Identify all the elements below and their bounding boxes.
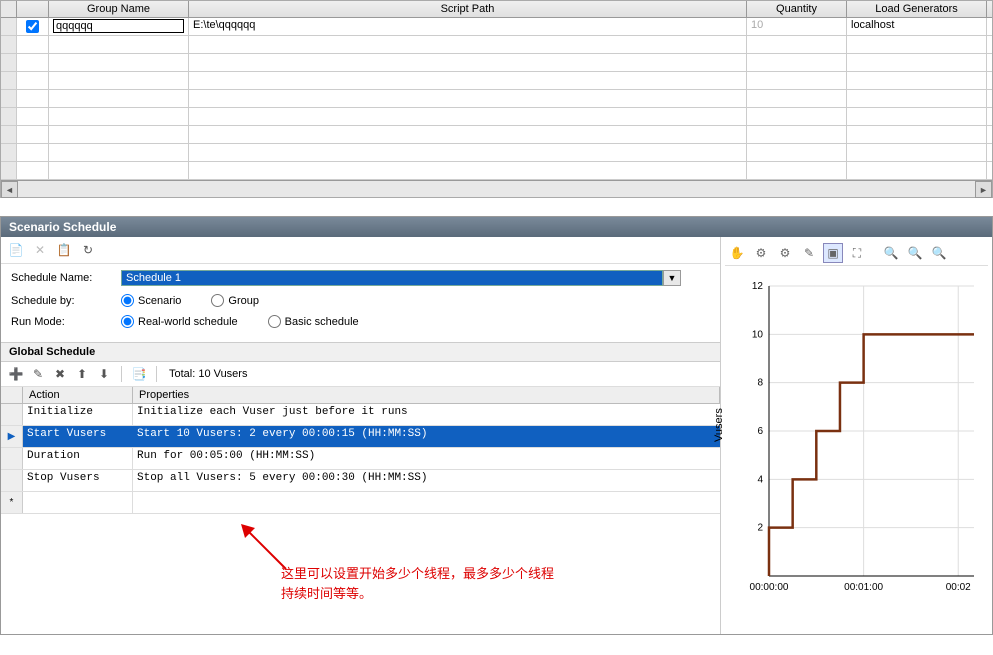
realworld-radio[interactable]: Real-world schedule xyxy=(121,315,238,328)
table-row[interactable] xyxy=(1,162,992,180)
svg-text:8: 8 xyxy=(757,378,763,389)
svg-text:00:01:00: 00:01:00 xyxy=(844,582,883,593)
svg-text:00:02: 00:02 xyxy=(946,582,971,593)
scripts-grid: Group Name Script Path Quantity Load Gen… xyxy=(0,0,993,198)
pencil-icon[interactable]: ✎ xyxy=(799,243,819,263)
row-header xyxy=(1,18,17,35)
fit-icon[interactable]: ⛶ xyxy=(847,243,867,263)
svg-text:6: 6 xyxy=(757,426,763,437)
col-load-generators[interactable]: Load Generators xyxy=(847,1,987,17)
script-path-cell[interactable]: E:\te\qqqqqq xyxy=(189,18,747,35)
table-row[interactable] xyxy=(1,126,992,144)
svg-text:12: 12 xyxy=(752,281,764,292)
annotation: 这里可以设置开始多少个线程，最多多少个线程 持续时间等等。 xyxy=(1,514,720,634)
new-schedule-icon[interactable]: 📄 xyxy=(7,241,25,259)
scenario-radio[interactable]: Scenario xyxy=(121,294,181,307)
total-vusers: Total: 10 Vusers xyxy=(169,368,247,380)
scenario-schedule-panel: Scenario Schedule 📄 ✕ 📋 ↻ Schedule Name:… xyxy=(0,216,993,635)
table-row[interactable] xyxy=(1,90,992,108)
load-gen-cell[interactable]: localhost xyxy=(847,18,987,35)
schedule-by-label: Schedule by: xyxy=(11,295,121,307)
group-radio[interactable]: Group xyxy=(211,294,259,307)
properties-cell: Start 10 Vusers: 2 every 00:00:15 (HH:MM… xyxy=(133,426,720,447)
grid-header: Group Name Script Path Quantity Load Gen… xyxy=(1,1,992,18)
group-name-cell[interactable] xyxy=(49,18,189,35)
tool-icon[interactable]: ⚙ xyxy=(775,243,795,263)
svg-text:10: 10 xyxy=(752,329,764,340)
row-marker-icon xyxy=(1,404,23,425)
move-down-icon[interactable]: ⬇ xyxy=(95,365,113,383)
run-mode-label: Run Mode: xyxy=(11,316,121,328)
row-header-corner xyxy=(1,1,17,17)
table-row[interactable] xyxy=(1,72,992,90)
properties-cell: Stop all Vusers: 5 every 00:00:30 (HH:MM… xyxy=(133,470,720,491)
delete-action-icon[interactable]: ✖ xyxy=(51,365,69,383)
svg-text:00:00:00: 00:00:00 xyxy=(750,582,789,593)
zoom-reset-icon[interactable]: 🔍 xyxy=(929,243,949,263)
row-checkbox[interactable] xyxy=(26,20,39,33)
zoom-out-icon[interactable]: 🔍 xyxy=(905,243,925,263)
hand-tool-icon[interactable]: ✋ xyxy=(727,243,747,263)
action-row[interactable]: InitializeInitialize each Vuser just bef… xyxy=(1,404,720,426)
svg-text:4: 4 xyxy=(757,474,763,485)
properties-cell: Run for 00:05:00 (HH:MM:SS) xyxy=(133,448,720,469)
delete-schedule-icon[interactable]: ✕ xyxy=(31,241,49,259)
action-cell: Initialize xyxy=(23,404,133,425)
table-row[interactable]: E:\te\qqqqqq 10 localhost xyxy=(1,18,992,36)
scroll-left-icon[interactable]: ◄ xyxy=(1,181,18,198)
global-schedule-toolbar: ➕ ✎ ✖ ⬆ ⬇ 📑 Total: 10 Vusers xyxy=(1,362,720,387)
annotation-text: 这里可以设置开始多少个线程，最多多少个线程 持续时间等等。 xyxy=(281,564,554,603)
properties-cell: Initialize each Vuser just before it run… xyxy=(133,404,720,425)
chevron-down-icon[interactable]: ▼ xyxy=(663,270,681,286)
col-quantity[interactable]: Quantity xyxy=(747,1,847,17)
scroll-right-icon[interactable]: ► xyxy=(975,181,992,198)
select-tool-icon[interactable]: ▣ xyxy=(823,243,843,263)
copy-icon[interactable]: 📑 xyxy=(130,365,148,383)
schedule-name-input[interactable] xyxy=(121,270,663,286)
action-row[interactable]: Stop VusersStop all Vusers: 5 every 00:0… xyxy=(1,470,720,492)
schedule-toolbar: 📄 ✕ 📋 ↻ xyxy=(1,237,720,264)
schedule-name-combo[interactable]: ▼ xyxy=(121,270,681,286)
col-script-path[interactable]: Script Path xyxy=(189,1,747,17)
col-group-name[interactable]: Group Name xyxy=(49,1,189,17)
action-row[interactable]: DurationRun for 00:05:00 (HH:MM:SS) xyxy=(1,448,720,470)
panel-title: Scenario Schedule xyxy=(1,217,992,237)
table-row[interactable] xyxy=(1,108,992,126)
global-schedule-header: Global Schedule xyxy=(1,342,720,362)
table-row[interactable] xyxy=(1,36,992,54)
table-row[interactable] xyxy=(1,144,992,162)
table-row[interactable] xyxy=(1,54,992,72)
schedule-name-label: Schedule Name: xyxy=(11,272,121,284)
action-cell: Duration xyxy=(23,448,133,469)
quantity-cell[interactable]: 10 xyxy=(747,18,847,35)
edit-action-icon[interactable]: ✎ xyxy=(29,365,47,383)
actions-grid: Action Properties InitializeInitialize e… xyxy=(1,387,720,514)
row-marker-icon: ▶ xyxy=(1,426,23,447)
row-checkbox-cell[interactable] xyxy=(17,18,49,35)
horizontal-scrollbar[interactable]: ◄ ► xyxy=(1,180,992,197)
add-action-icon[interactable]: ➕ xyxy=(7,365,25,383)
action-row[interactable]: ▶Start VusersStart 10 Vusers: 2 every 00… xyxy=(1,426,720,448)
action-header[interactable]: Action xyxy=(23,387,133,403)
refresh-icon[interactable]: ↻ xyxy=(79,241,97,259)
group-name-input[interactable] xyxy=(53,19,184,33)
basic-radio[interactable]: Basic schedule xyxy=(268,315,359,328)
move-up-icon[interactable]: ⬆ xyxy=(73,365,91,383)
y-axis-label: Vusers xyxy=(713,408,725,442)
svg-text:2: 2 xyxy=(757,523,763,534)
chart-toolbar: ✋ ⚙ ⚙ ✎ ▣ ⛶ 🔍 🔍 🔍 xyxy=(725,241,988,266)
action-cell: Start Vusers xyxy=(23,426,133,447)
tool-icon[interactable]: ⚙ xyxy=(751,243,771,263)
properties-header[interactable]: Properties xyxy=(133,387,720,403)
checkbox-header xyxy=(17,1,49,17)
row-marker-icon xyxy=(1,448,23,469)
row-marker-header xyxy=(1,387,23,403)
new-action-row[interactable]: * xyxy=(1,492,720,514)
new-row-marker-icon: * xyxy=(1,492,23,513)
action-cell: Stop Vusers xyxy=(23,470,133,491)
zoom-in-icon[interactable]: 🔍 xyxy=(881,243,901,263)
copy-schedule-icon[interactable]: 📋 xyxy=(55,241,73,259)
row-marker-icon xyxy=(1,470,23,491)
vusers-chart[interactable]: Vusers 2468101200:00:0000:01:0000:02 xyxy=(725,266,988,606)
